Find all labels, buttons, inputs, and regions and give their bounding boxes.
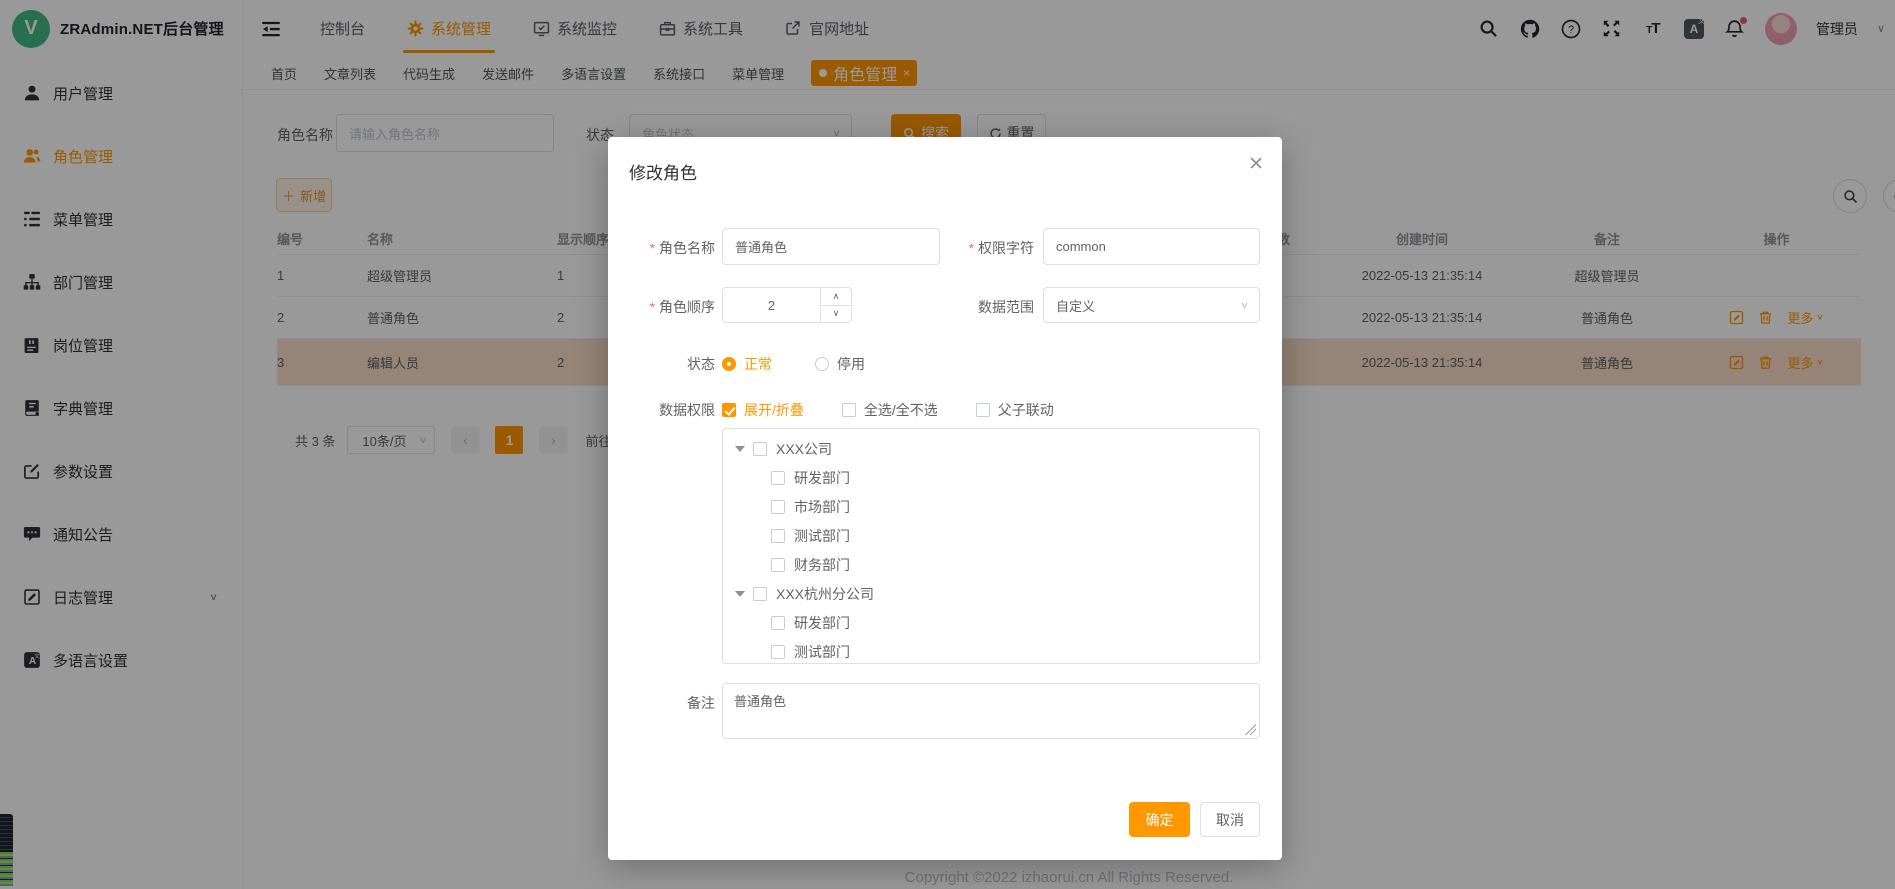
- radio-normal[interactable]: [722, 357, 736, 371]
- perm-char-field-input[interactable]: common: [1043, 228, 1260, 265]
- role-name-field-value: 普通角色: [735, 237, 787, 256]
- edit-role-dialog: 修改角色 ✕ 角色名称 普通角色 权限字符 common 角色顺序 2 ∧ ∨ …: [608, 137, 1282, 860]
- tree-checkbox[interactable]: [771, 471, 785, 485]
- tree-checkbox[interactable]: [771, 645, 785, 659]
- role-order-field-label: 角色顺序: [608, 297, 715, 317]
- remark-textarea[interactable]: 普通角色: [722, 683, 1260, 739]
- tree-node[interactable]: 测试部门: [723, 521, 1259, 550]
- tree-node[interactable]: 研发部门: [723, 463, 1259, 492]
- checkbox-select-all[interactable]: [842, 403, 856, 417]
- tree-node-label: XXX公司: [776, 439, 832, 459]
- caret-down-icon[interactable]: [735, 446, 745, 452]
- status-radio-group: 正常 停用: [722, 354, 865, 374]
- confirm-button[interactable]: 确定: [1129, 802, 1190, 837]
- dialog-title: 修改角色: [629, 159, 697, 184]
- stepper-up-button[interactable]: ∧: [821, 288, 851, 306]
- checkbox-parent-child-link-label[interactable]: 父子联动: [998, 400, 1054, 420]
- tree-node-label: XXX杭州分公司: [776, 584, 874, 604]
- checkbox-expand-collapse-label[interactable]: 展开/折叠: [744, 400, 804, 420]
- tree-node-label: 市场部门: [794, 497, 850, 517]
- tree-node[interactable]: 研发部门: [723, 608, 1259, 637]
- radio-normal-label[interactable]: 正常: [744, 354, 772, 374]
- stepper-down-button[interactable]: ∨: [821, 306, 851, 323]
- tree-checkbox[interactable]: [753, 442, 767, 456]
- resize-handle[interactable]: [1245, 724, 1256, 735]
- checkbox-select-all-label[interactable]: 全选/全不选: [864, 400, 938, 420]
- role-order-value: 2: [723, 288, 820, 322]
- close-icon[interactable]: ✕: [1248, 155, 1264, 174]
- tree-node[interactable]: XXX杭州分公司: [723, 579, 1259, 608]
- perm-char-field-value: common: [1056, 239, 1106, 254]
- status-field-label: 状态: [608, 354, 715, 374]
- tree-node-label: 测试部门: [794, 526, 850, 546]
- tree-checkbox[interactable]: [753, 587, 767, 601]
- checkbox-expand-collapse[interactable]: [722, 403, 736, 417]
- tree-checkbox[interactable]: [771, 558, 785, 572]
- perm-char-field-label: 权限字符: [934, 238, 1034, 258]
- tree-checkbox[interactable]: [771, 529, 785, 543]
- role-name-field-label: 角色名称: [608, 238, 715, 258]
- data-perm-field-label: 数据权限: [608, 400, 715, 420]
- tree-node[interactable]: 测试部门: [723, 637, 1259, 664]
- radio-disabled[interactable]: [815, 357, 829, 371]
- role-name-field-input[interactable]: 普通角色: [722, 228, 940, 265]
- tree-checkbox[interactable]: [771, 500, 785, 514]
- remark-field-label: 备注: [608, 693, 715, 713]
- data-scope-value: 自定义: [1056, 296, 1095, 315]
- department-tree: XXX公司 研发部门 市场部门 测试部门 财务部门 XXX杭州分公司 研发部门: [722, 428, 1260, 664]
- checkbox-parent-child-link[interactable]: [976, 403, 990, 417]
- radio-disabled-label[interactable]: 停用: [837, 354, 865, 374]
- tree-node-label: 研发部门: [794, 468, 850, 488]
- data-scope-select[interactable]: 自定义 ∨: [1043, 287, 1260, 323]
- tree-node-label: 财务部门: [794, 555, 850, 575]
- caret-down-icon[interactable]: [735, 591, 745, 597]
- tree-node[interactable]: XXX公司: [723, 434, 1259, 463]
- data-scope-field-label: 数据范围: [934, 297, 1034, 317]
- tree-node-label: 测试部门: [794, 642, 850, 662]
- data-perm-options: 展开/折叠 全选/全不选 父子联动: [722, 400, 1092, 420]
- tree-checkbox[interactable]: [771, 616, 785, 630]
- role-order-stepper[interactable]: 2 ∧ ∨: [722, 287, 852, 323]
- tree-node[interactable]: 财务部门: [723, 550, 1259, 579]
- chevron-down-icon: ∨: [1240, 300, 1249, 311]
- tree-node-label: 研发部门: [794, 613, 850, 633]
- tree-node[interactable]: 市场部门: [723, 492, 1259, 521]
- cancel-button[interactable]: 取消: [1200, 802, 1260, 837]
